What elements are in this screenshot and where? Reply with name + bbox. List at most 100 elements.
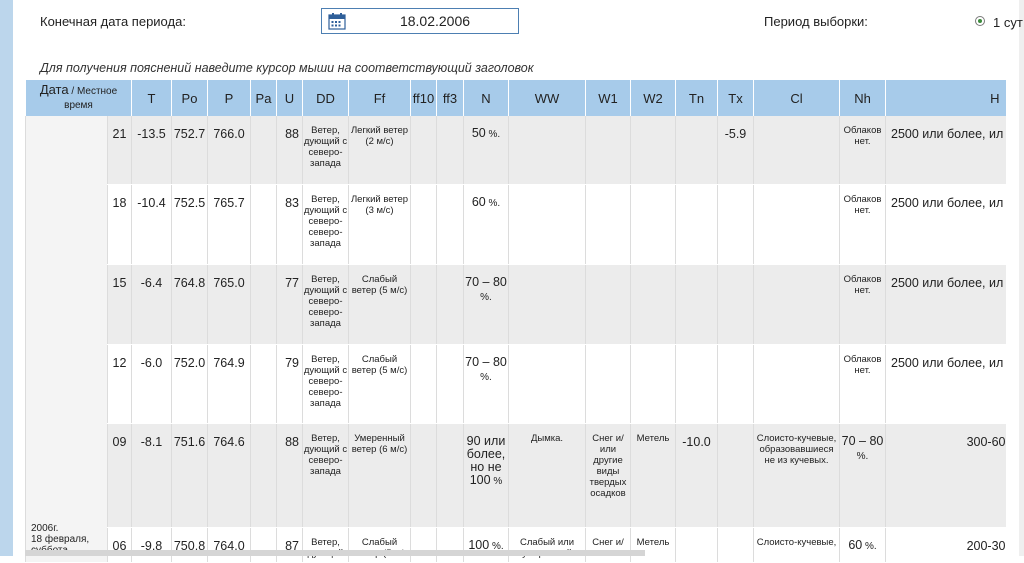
cell-ff: Слабый ветер (5 м/с) (348, 344, 411, 425)
cell-w1 (585, 184, 631, 265)
header-w2[interactable]: W2 (630, 80, 676, 116)
period-option-label: 1 сут (993, 15, 1023, 30)
cell-time: 21 (107, 116, 132, 186)
header-ww[interactable]: WW (508, 80, 586, 116)
cell-ff3 (436, 264, 464, 345)
cell-u: 87 (276, 527, 303, 563)
horizontal-scrollbar[interactable] (25, 550, 645, 556)
cell-pa (250, 527, 277, 563)
header-ff[interactable]: Ff (348, 80, 411, 116)
cell-ff10 (410, 344, 437, 425)
cell-nh: Облаков нет. (839, 344, 886, 425)
cell-u: 77 (276, 264, 303, 345)
cell-time: 09 (107, 423, 132, 528)
cell-po: 752.7 (171, 116, 208, 186)
cell-u: 88 (276, 116, 303, 186)
cell-ff10 (410, 184, 437, 265)
cell-time: 18 (107, 184, 132, 265)
cell-ff: Слабый ветер (5 м/ (348, 527, 411, 563)
cell-tx (717, 527, 754, 563)
cell-tn (675, 116, 718, 186)
table-row: 2006г.18 февраля,суббота21-13.5752.7766.… (25, 116, 1006, 562)
cell-tn: -10.0 (675, 423, 718, 528)
cell-ff3 (436, 344, 464, 425)
cell-t: -6.0 (131, 344, 172, 425)
cell-h: 2500 или более, ил (885, 264, 1006, 345)
cell-n: 70 – 80 %. (463, 264, 509, 345)
cell-cl: Слоисто-кучевые, (753, 527, 840, 563)
cell-u: 88 (276, 423, 303, 528)
cell-ff10 (410, 527, 437, 563)
header-pa[interactable]: Pa (250, 80, 277, 116)
header-dd[interactable]: DD (302, 80, 349, 116)
end-date-value: 18.02.2006 (399, 13, 471, 29)
cell-w2: Метель (630, 527, 676, 563)
cell-p: 764.9 (207, 344, 251, 425)
cell-time: 15 (107, 264, 132, 345)
cell-w2: Метель (630, 423, 676, 528)
cell-w1 (585, 344, 631, 425)
header-ff3[interactable]: ff3 (436, 80, 464, 116)
cell-ff10 (410, 423, 437, 528)
cell-time: 06 (107, 527, 132, 563)
cell-po: 750.8 (171, 527, 208, 563)
cell-po: 764.8 (171, 264, 208, 345)
cell-w2 (630, 264, 676, 345)
header-nh[interactable]: Nh (839, 80, 886, 116)
cell-ww (508, 344, 586, 425)
header-cl[interactable]: Cl (753, 80, 840, 116)
cell-p: 765.7 (207, 184, 251, 265)
table-row: 18 -10.4 752.5 765.7 83 Ветер, дующий с север… (26, 184, 1006, 265)
cell-ff: Легкий ветер (2 м/с) (348, 116, 411, 186)
end-date-field[interactable]: 18.02.2006 (321, 8, 519, 34)
header-w1[interactable]: W1 (585, 80, 631, 116)
cell-ff10 (410, 116, 437, 186)
header-t[interactable]: T (131, 80, 172, 116)
cell-n: 50 %. (463, 116, 509, 186)
cell-w2 (630, 116, 676, 186)
cell-h: 2500 или более, ил (885, 344, 1006, 425)
cell-nh: Облаков нет. (839, 264, 886, 345)
header-p[interactable]: P (207, 80, 251, 116)
cell-nh: 60 %. (839, 527, 886, 563)
header-h[interactable]: H (885, 80, 1006, 116)
cell-n: 70 – 80 %. (463, 344, 509, 425)
cell-ff3 (436, 116, 464, 186)
cell-t: -10.4 (131, 184, 172, 265)
cell-t: -8.1 (131, 423, 172, 528)
table-row: 12 -6.0 752.0 764.9 79 Ветер, дующий с северо… (26, 344, 1006, 425)
cell-ff3 (436, 184, 464, 265)
table-row: 15 -6.4 764.8 765.0 77 Ветер, дующий с северо… (26, 264, 1006, 345)
header-tx[interactable]: Tx (717, 80, 754, 116)
cell-ff: Легкий ветер (3 м/с) (348, 184, 411, 265)
header-date[interactable]: Дата / Местное время (25, 80, 132, 116)
cell-w2 (630, 344, 676, 425)
period-radio[interactable] (975, 16, 985, 26)
cell-cl (753, 184, 840, 265)
cell-cl (753, 344, 840, 425)
cell-nh: Облаков нет. (839, 184, 886, 265)
header-n[interactable]: N (463, 80, 509, 116)
cell-w2 (630, 184, 676, 265)
cell-ww (508, 116, 586, 186)
cell-u: 79 (276, 344, 303, 425)
cell-pa (250, 423, 277, 528)
header-tn[interactable]: Tn (675, 80, 718, 116)
table-row: 09 -8.1 751.6 764.6 88 Ветер, дующий с северо… (26, 423, 1006, 528)
cell-ff: Слабый ветер (5 м/с) (348, 264, 411, 345)
cell-p: 765.0 (207, 264, 251, 345)
cell-ff3 (436, 527, 464, 563)
cell-po: 751.6 (171, 423, 208, 528)
cell-t: -6.4 (131, 264, 172, 345)
header-u[interactable]: U (276, 80, 303, 116)
header-po[interactable]: Po (171, 80, 208, 116)
cell-p: 766.0 (207, 116, 251, 186)
cell-w1 (585, 264, 631, 345)
weather-table: Дата / Местное время T Po P Pa U DD Ff ff… (25, 80, 1006, 563)
cell-t: -9.8 (131, 527, 172, 563)
cell-ww: Дымка. (508, 423, 586, 528)
vertical-scrollbar[interactable] (1019, 0, 1024, 556)
header-ff10[interactable]: ff10 (410, 80, 437, 116)
cell-n: 90 или более, но не 100 % (463, 423, 509, 528)
cell-cl: Слоисто-кучевые, образовавшиеся не из ку… (753, 423, 840, 528)
